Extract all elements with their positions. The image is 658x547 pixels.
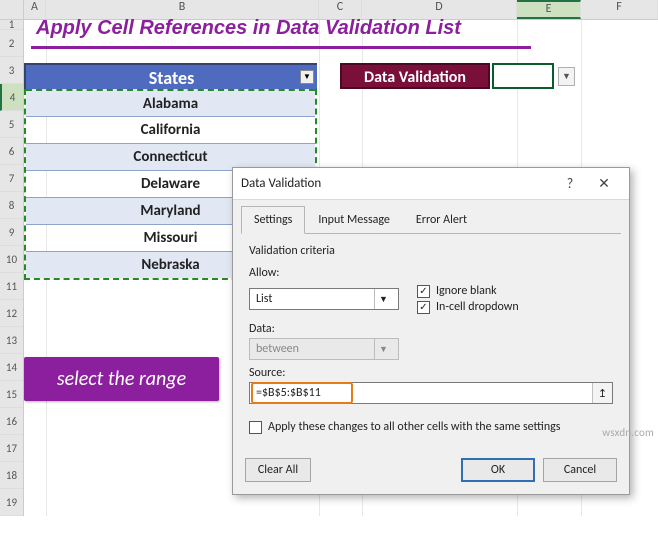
in-cell-dropdown-label: In-cell dropdown — [436, 300, 519, 314]
col-header-E[interactable]: E — [517, 0, 581, 19]
checkbox-icon: ✓ — [417, 285, 430, 298]
table-filter-icon[interactable]: ▼ — [300, 70, 314, 84]
source-input[interactable]: =$B$5:$B$11 — [249, 382, 613, 404]
apply-other-checkbox[interactable]: Apply these changes to all other cells w… — [249, 420, 613, 434]
row-header-2[interactable]: 2 — [0, 30, 23, 57]
list-item[interactable]: California — [26, 116, 315, 143]
data-value: between — [256, 342, 299, 356]
row-header-3[interactable]: 3 — [0, 57, 23, 84]
row-header-7[interactable]: 7 — [0, 165, 23, 192]
help-button[interactable]: ? — [553, 175, 587, 192]
source-value: =$B$5:$B$11 — [256, 386, 321, 400]
criteria-heading: Validation criteria — [249, 244, 613, 258]
chevron-down-icon: ▼ — [374, 339, 392, 359]
range-picker-icon[interactable]: ↥ — [592, 383, 612, 403]
row-header-8[interactable]: 8 — [0, 192, 23, 219]
dropdown-icon[interactable]: ▼ — [558, 67, 575, 86]
checkbox-icon — [249, 421, 262, 434]
source-label: Source: — [249, 366, 613, 380]
tab-error-alert[interactable]: Error Alert — [403, 206, 480, 234]
allow-label: Allow: — [249, 266, 613, 280]
row-header-16[interactable]: 16 — [0, 408, 23, 435]
dialog-tabs: Settings Input Message Error Alert — [233, 200, 629, 234]
dialog-titlebar[interactable]: Data Validation ? ✕ — [233, 168, 629, 200]
row-header-19[interactable]: 19 — [0, 489, 23, 516]
select-all-corner[interactable] — [0, 0, 24, 19]
row-header-10[interactable]: 10 — [0, 246, 23, 273]
row-headers: 1 2 3 4 5 6 7 8 9 10 11 12 13 14 15 16 1… — [0, 20, 24, 516]
row-header-13[interactable]: 13 — [0, 327, 23, 354]
col-header-F[interactable]: F — [581, 0, 658, 19]
clear-all-button[interactable]: Clear All — [245, 458, 311, 482]
chevron-down-icon: ▼ — [374, 289, 392, 309]
row-header-1[interactable]: 1 — [0, 20, 23, 30]
checkbox-icon: ✓ — [417, 301, 430, 314]
allow-value: List — [256, 292, 272, 306]
data-validation-label: Data Validation — [340, 63, 490, 89]
row-header-5[interactable]: 5 — [0, 111, 23, 138]
in-cell-dropdown-checkbox[interactable]: ✓ In-cell dropdown — [417, 300, 519, 314]
data-validation-dialog: Data Validation ? ✕ Settings Input Messa… — [232, 167, 630, 495]
data-label: Data: — [249, 322, 613, 336]
dialog-footer: Clear All OK Cancel — [233, 452, 629, 494]
row-header-17[interactable]: 17 — [0, 435, 23, 462]
title-underline — [31, 46, 531, 49]
row-header-15[interactable]: 15 — [0, 381, 23, 408]
allow-select[interactable]: List ▼ — [249, 288, 399, 310]
apply-other-label: Apply these changes to all other cells w… — [268, 420, 560, 434]
data-select: between ▼ — [249, 338, 399, 360]
row-header-12[interactable]: 12 — [0, 300, 23, 327]
ok-button[interactable]: OK — [461, 458, 535, 482]
row-header-11[interactable]: 11 — [0, 273, 23, 300]
tab-input-message[interactable]: Input Message — [305, 206, 403, 234]
states-header[interactable]: States — [24, 63, 317, 89]
close-button[interactable]: ✕ — [587, 175, 621, 192]
row-header-9[interactable]: 9 — [0, 219, 23, 246]
tab-settings[interactable]: Settings — [241, 206, 305, 234]
data-validation-cell[interactable] — [492, 63, 554, 89]
row-header-18[interactable]: 18 — [0, 462, 23, 489]
page-title: Apply Cell References in Data Validation… — [36, 17, 461, 40]
cancel-button[interactable]: Cancel — [543, 458, 617, 482]
range-hint: select the range — [24, 357, 219, 401]
list-item[interactable]: Connecticut — [26, 143, 315, 170]
list-item[interactable]: Alabama — [26, 89, 315, 116]
ignore-blank-checkbox[interactable]: ✓ Ignore blank — [417, 284, 519, 298]
row-header-14[interactable]: 14 — [0, 354, 23, 381]
row-header-4[interactable]: 4 — [0, 84, 23, 111]
dialog-title: Data Validation — [241, 176, 553, 191]
watermark: wsxdn.com — [602, 426, 654, 439]
ignore-blank-label: Ignore blank — [436, 284, 497, 298]
row-header-6[interactable]: 6 — [0, 138, 23, 165]
